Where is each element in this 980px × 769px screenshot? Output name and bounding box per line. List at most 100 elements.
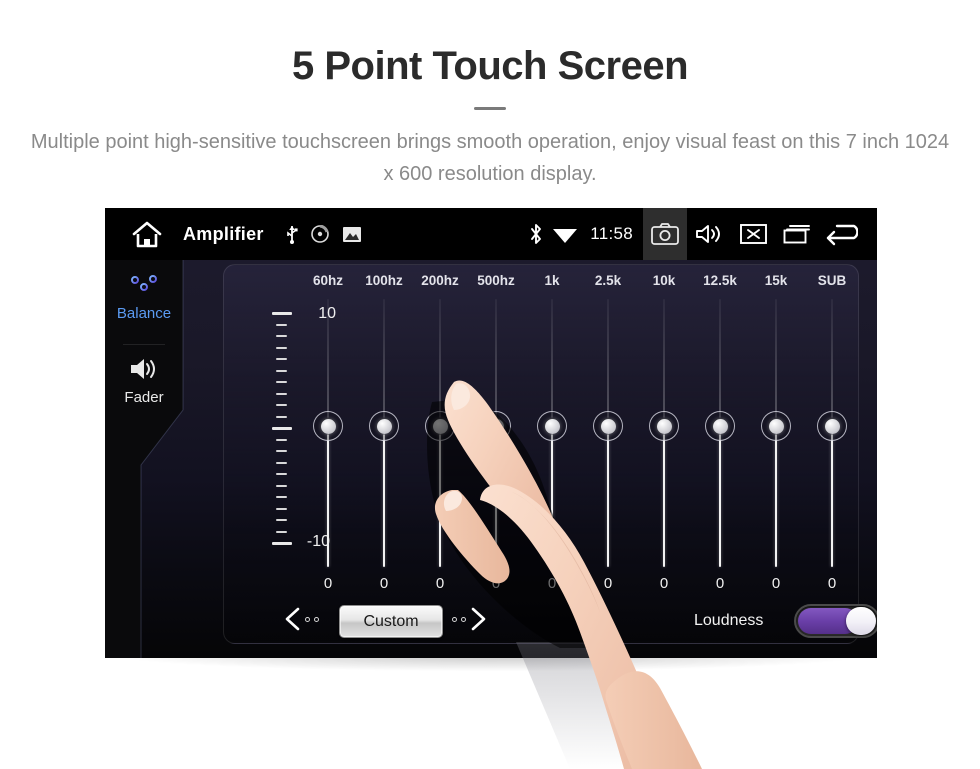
eq-band-frequency-label: 2.5k bbox=[594, 273, 622, 288]
wifi-icon bbox=[553, 229, 578, 243]
eq-band-value: 0 bbox=[827, 575, 837, 592]
slider-track-upper bbox=[831, 299, 833, 425]
eq-band-value: 0 bbox=[547, 575, 557, 592]
scale-tick-minor bbox=[276, 530, 287, 533]
close-button[interactable] bbox=[731, 208, 775, 260]
eq-band-frequency-label: 100hz bbox=[365, 273, 403, 288]
sidebar-divider bbox=[123, 344, 165, 345]
eq-band-value: 0 bbox=[659, 575, 669, 592]
home-icon bbox=[132, 221, 162, 247]
slider-track-lower bbox=[327, 425, 329, 567]
eq-band-frequency-label: 200hz bbox=[421, 273, 459, 288]
slider-track-upper bbox=[495, 299, 497, 425]
scale-min-label: -10 bbox=[306, 533, 330, 550]
scale-tick-major bbox=[272, 542, 292, 545]
status-bar: Amplifier 11:58 bbox=[105, 208, 877, 260]
title-divider bbox=[474, 107, 506, 110]
eq-band-value: 0 bbox=[715, 575, 725, 592]
equalizer-panel: 60hz 100hz 200hz 500hz 1k 2.5k 10k 12.5k 15k SUB … bbox=[223, 264, 877, 645]
usb-icon bbox=[286, 226, 298, 244]
scale-tick-minor bbox=[276, 358, 287, 360]
scale-tick-minor bbox=[276, 335, 287, 337]
eq-band-frequency-label: 10k bbox=[652, 273, 676, 288]
camera-button[interactable] bbox=[643, 208, 687, 260]
scale-tick-minor bbox=[276, 519, 287, 521]
slider-thumb[interactable] bbox=[313, 411, 343, 441]
scale-tick-minor bbox=[276, 346, 287, 349]
eq-band-value: 0 bbox=[435, 575, 445, 592]
eq-band-value: 0 bbox=[603, 575, 613, 592]
speaker-icon bbox=[105, 352, 183, 386]
scale-tick-minor bbox=[276, 484, 287, 487]
eq-band-frequency-label: 60hz bbox=[312, 273, 343, 288]
scale-tick-minor bbox=[276, 381, 287, 383]
scale-max-label: 10 bbox=[296, 305, 336, 323]
slider-track-lower bbox=[495, 425, 497, 567]
slider-thumb[interactable] bbox=[649, 411, 679, 441]
slider-track-lower bbox=[663, 425, 665, 567]
scale-tick-minor bbox=[276, 450, 287, 452]
page-subtitle: Multiple point high-sensitive touchscree… bbox=[30, 131, 950, 185]
preset-next-button[interactable] bbox=[452, 606, 489, 632]
sidebar-item-balance[interactable]: Balance bbox=[105, 268, 183, 322]
slider-track-lower bbox=[383, 425, 385, 567]
loudness-label: Loudness bbox=[694, 612, 764, 629]
clock: 11:58 bbox=[590, 224, 633, 243]
slider-track-upper bbox=[383, 299, 385, 425]
scale-tick-minor bbox=[276, 323, 287, 326]
status-left-icons bbox=[286, 224, 362, 244]
scale-tick-minor bbox=[276, 496, 287, 498]
slider-track-upper bbox=[775, 299, 777, 425]
prev-dots bbox=[305, 616, 319, 622]
disc-icon bbox=[310, 225, 329, 243]
volume-button[interactable] bbox=[687, 208, 731, 260]
eq-band-frequency-label: 1k bbox=[544, 273, 560, 288]
slider-track-upper bbox=[663, 299, 665, 425]
scale-tick-minor bbox=[276, 473, 287, 475]
loudness-toggle[interactable] bbox=[794, 604, 877, 638]
preset-custom-button[interactable]: Custom bbox=[339, 605, 443, 638]
page-root: 5 Point Touch Screen Multiple point high… bbox=[0, 0, 980, 769]
equalizer-sliders-icon bbox=[105, 268, 183, 302]
bluetooth-icon bbox=[531, 224, 542, 244]
screen-title: Amplifier bbox=[183, 223, 264, 244]
sidebar-item-fader[interactable]: Fader bbox=[105, 352, 183, 406]
slider-thumb[interactable] bbox=[705, 411, 735, 441]
slider-thumb[interactable] bbox=[817, 411, 847, 441]
slider-thumb[interactable] bbox=[369, 411, 399, 441]
slider-thumb[interactable] bbox=[593, 411, 623, 441]
status-right-icons bbox=[528, 222, 578, 246]
eq-band-value: 0 bbox=[323, 575, 333, 592]
scale-tick-minor bbox=[276, 507, 287, 510]
camera-icon bbox=[651, 223, 679, 245]
slider-track-lower bbox=[831, 425, 833, 567]
preset-prev-button[interactable] bbox=[282, 606, 319, 632]
recents-button[interactable] bbox=[775, 208, 819, 260]
slider-thumb[interactable] bbox=[537, 411, 567, 441]
eq-band-frequency-label: SUB bbox=[817, 273, 847, 288]
equalizer-screen: 60hz 100hz 200hz 500hz 1k 2.5k 10k 12.5k 15k SUB … bbox=[105, 260, 877, 658]
slider-thumb[interactable] bbox=[761, 411, 791, 441]
chevron-left-icon bbox=[285, 607, 300, 631]
back-button[interactable] bbox=[819, 208, 863, 260]
page-title: 5 Point Touch Screen bbox=[292, 44, 689, 88]
scale-tick-major bbox=[272, 427, 292, 430]
slider-thumb[interactable] bbox=[481, 411, 511, 441]
slider-thumb[interactable] bbox=[425, 411, 455, 441]
scale-tick-minor bbox=[276, 415, 287, 418]
volume-icon bbox=[696, 225, 720, 243]
car-head-unit-screen: 60hz 100hz 200hz 500hz 1k 2.5k 10k 12.5k 15k SUB … bbox=[105, 208, 877, 658]
back-icon bbox=[826, 224, 858, 246]
scale-tick-minor bbox=[276, 438, 287, 441]
scale-tick-minor bbox=[276, 369, 287, 372]
preset-bar: Custom Loudness bbox=[224, 603, 877, 645]
home-button[interactable] bbox=[125, 221, 169, 248]
slider-track-lower bbox=[719, 425, 721, 567]
eq-band-frequency-label: 15k bbox=[764, 273, 788, 288]
slider-track-lower bbox=[775, 425, 777, 567]
slider-track-lower bbox=[551, 425, 553, 567]
sidebar-item-fader-label: Fader bbox=[124, 389, 164, 406]
slider-track-upper bbox=[551, 299, 553, 425]
slider-track-lower bbox=[439, 425, 441, 567]
frequency-label-row: 60hz 100hz 200hz 500hz 1k 2.5k 10k 12.5k 15k SUB bbox=[224, 273, 860, 293]
